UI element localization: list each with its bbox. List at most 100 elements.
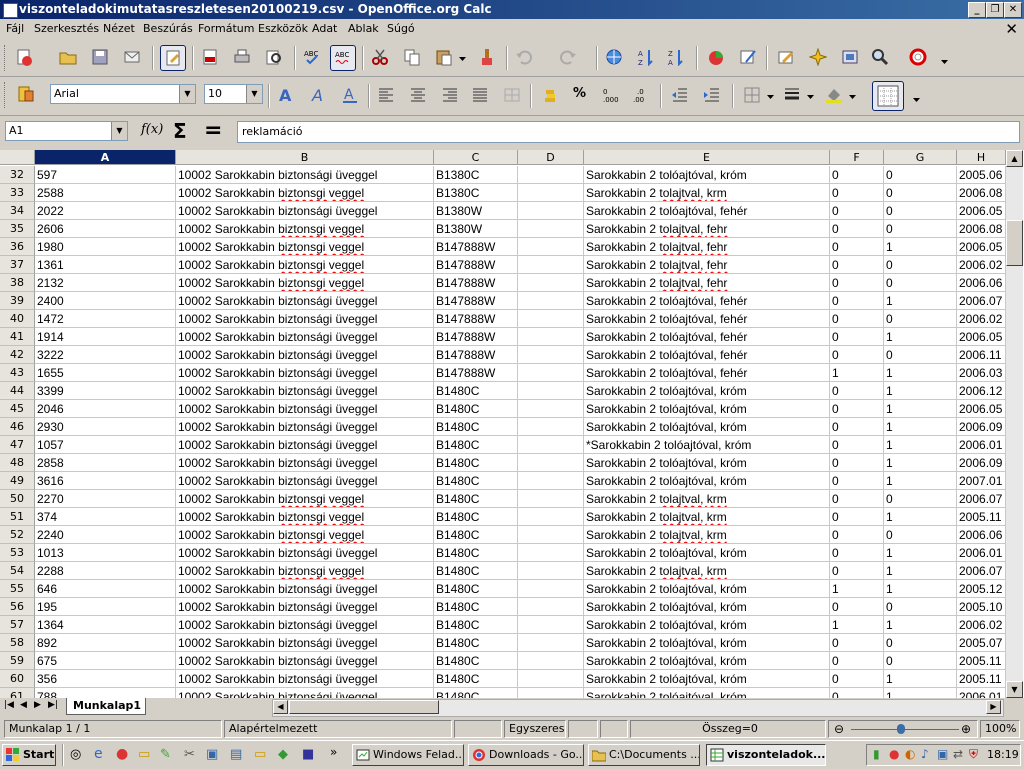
cell-b[interactable]: 10002 Sarokkabin biztonsági üveggel: [176, 382, 434, 400]
cell-f[interactable]: 0: [830, 634, 884, 652]
formula-input[interactable]: reklamáció: [237, 121, 1020, 143]
cell-d[interactable]: [518, 400, 584, 418]
task-calc-document[interactable]: viszonteladok...: [706, 744, 826, 766]
toolbar-grip[interactable]: [4, 82, 8, 108]
quicklaunch-desktop-icon[interactable]: ◎: [70, 747, 81, 762]
row-header[interactable]: 41: [0, 328, 35, 346]
cell-b[interactable]: 10002 Sarokkabin biztonsági üveggel: [176, 310, 434, 328]
toggle-grid-icon[interactable]: [872, 81, 904, 111]
format-paintbrush-icon[interactable]: [474, 45, 498, 69]
cell-h[interactable]: 2006.03: [957, 364, 1006, 382]
cell-g[interactable]: 1: [884, 328, 957, 346]
styles-formatting-icon[interactable]: [14, 82, 38, 106]
tray-volume-icon[interactable]: ♪: [921, 747, 929, 761]
cell-g[interactable]: 1: [884, 670, 957, 688]
cell-d[interactable]: [518, 490, 584, 508]
paste-dropdown-icon[interactable]: [456, 45, 468, 69]
spreadsheet-grid[interactable]: A B C D E F G H 32 597 10002 Sarokkabin bi…: [0, 150, 1024, 698]
cell-b[interactable]: 10002 Sarokkabin biztonsági üveggel: [176, 688, 434, 698]
row-header[interactable]: 36: [0, 238, 35, 256]
cell-e[interactable]: Sarokkabin 2 tolóajtóval, fehér: [584, 292, 830, 310]
next-sheet-icon[interactable]: ▶: [34, 700, 41, 710]
row-header[interactable]: 51: [0, 508, 35, 526]
auto-spellcheck-icon[interactable]: ABC: [330, 45, 356, 71]
tray-usb-icon[interactable]: ⇄: [953, 747, 963, 761]
currency-format-icon[interactable]: [538, 83, 562, 107]
cell-e[interactable]: Sarokkabin 2 tolóajtóval, króm: [584, 400, 830, 418]
cell-c[interactable]: B1380C: [434, 184, 518, 202]
gallery-icon[interactable]: [838, 45, 862, 69]
cell-h[interactable]: 2005.11: [957, 652, 1006, 670]
cell-c[interactable]: B1480C: [434, 544, 518, 562]
cell-h[interactable]: 2006.05: [957, 202, 1006, 220]
cell-d[interactable]: [518, 670, 584, 688]
cell-d[interactable]: [518, 364, 584, 382]
row-header[interactable]: 39: [0, 292, 35, 310]
cell-c[interactable]: B1480C: [434, 634, 518, 652]
cell-a[interactable]: 2046: [35, 400, 176, 418]
cell-g[interactable]: 0: [884, 634, 957, 652]
cell-c[interactable]: B1480C: [434, 598, 518, 616]
quicklaunch-overflow-icon[interactable]: »: [330, 745, 337, 759]
sort-descending-icon[interactable]: ZA: [664, 45, 688, 69]
title-bar[interactable]: viszonteladokimutatasreszletesen20100219…: [0, 0, 1024, 19]
cell-b[interactable]: 10002 Sarokkabin biztonsági üveggel: [176, 454, 434, 472]
cell-b[interactable]: 10002 Sarokkabin biztonsági üveggel: [176, 670, 434, 688]
new-document-icon[interactable]: [12, 45, 36, 69]
save-icon[interactable]: [88, 45, 112, 69]
cell-g[interactable]: 1: [884, 454, 957, 472]
cell-d[interactable]: [518, 166, 584, 184]
cell-h[interactable]: 2006.08: [957, 220, 1006, 238]
cell-a[interactable]: 892: [35, 634, 176, 652]
cell-a[interactable]: 2270: [35, 490, 176, 508]
quicklaunch-app6-icon[interactable]: ◆: [278, 747, 288, 762]
cell-h[interactable]: 2005.06: [957, 166, 1006, 184]
cell-f[interactable]: 0: [830, 508, 884, 526]
cell-e[interactable]: Sarokkabin 2 tolóajtóval, fehér: [584, 328, 830, 346]
cell-h[interactable]: 2006.02: [957, 310, 1006, 328]
borders-dropdown-icon[interactable]: [764, 83, 776, 107]
cell-f[interactable]: 0: [830, 274, 884, 292]
cell-g[interactable]: 0: [884, 202, 957, 220]
cell-c[interactable]: B147888W: [434, 256, 518, 274]
cell-a[interactable]: 2132: [35, 274, 176, 292]
cell-b[interactable]: 10002 Sarokkabin biztonsgi veggel: [176, 490, 434, 508]
tray-security-icon[interactable]: ⛨: [969, 747, 978, 762]
print-preview-icon[interactable]: [262, 45, 286, 69]
start-button[interactable]: Start: [2, 744, 56, 766]
row-header[interactable]: 44: [0, 382, 35, 400]
align-right-icon[interactable]: [438, 83, 462, 107]
font-size-combo[interactable]: 10 ▼: [204, 84, 263, 104]
cell-a[interactable]: 1655: [35, 364, 176, 382]
row-header[interactable]: 42: [0, 346, 35, 364]
justify-icon[interactable]: [468, 83, 492, 107]
cell-f[interactable]: 0: [830, 598, 884, 616]
cell-c[interactable]: B1480C: [434, 454, 518, 472]
cell-f[interactable]: 0: [830, 382, 884, 400]
sum-indicator[interactable]: Összeg=0: [630, 720, 826, 738]
chevron-down-icon[interactable]: ▼: [246, 85, 262, 103]
cell-a[interactable]: 3616: [35, 472, 176, 490]
insert-chart-icon[interactable]: [704, 45, 728, 69]
cell-g[interactable]: 0: [884, 346, 957, 364]
cell-c[interactable]: B1480C: [434, 472, 518, 490]
open-folder-icon[interactable]: [56, 45, 80, 69]
cell-d[interactable]: [518, 454, 584, 472]
cell-f[interactable]: 0: [830, 328, 884, 346]
cell-c[interactable]: B1480C: [434, 616, 518, 634]
cell-c[interactable]: B1480C: [434, 436, 518, 454]
row-header[interactable]: 37: [0, 256, 35, 274]
cell-h[interactable]: 2006.01: [957, 436, 1006, 454]
hyperlink-icon[interactable]: [602, 45, 626, 69]
cell-h[interactable]: 2006.02: [957, 256, 1006, 274]
cell-d[interactable]: [518, 184, 584, 202]
cell-g[interactable]: 0: [884, 256, 957, 274]
cell-f[interactable]: 0: [830, 652, 884, 670]
cell-d[interactable]: [518, 274, 584, 292]
borders-icon[interactable]: [740, 83, 764, 107]
cell-b[interactable]: 10002 Sarokkabin biztonsági üveggel: [176, 472, 434, 490]
cell-h[interactable]: 2006.01: [957, 544, 1006, 562]
cell-g[interactable]: 0: [884, 310, 957, 328]
cell-e[interactable]: Sarokkabin 2 tolajtval, fehr: [584, 238, 830, 256]
menu-data[interactable]: Adat: [312, 22, 337, 35]
